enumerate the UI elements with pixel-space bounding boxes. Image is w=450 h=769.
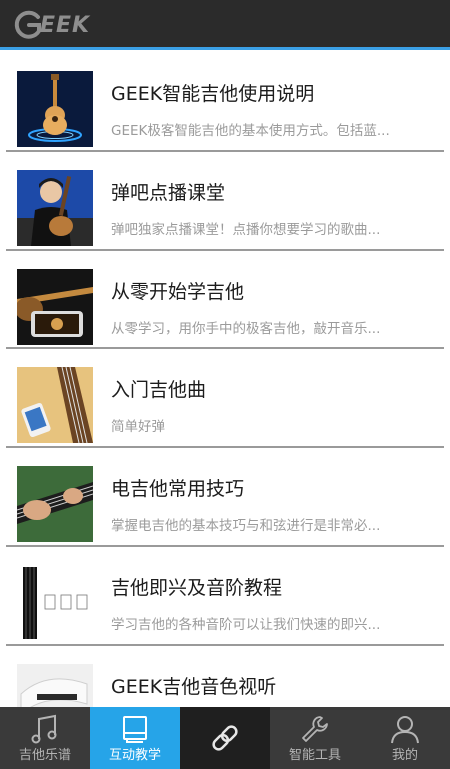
tab-connect[interactable] [180, 707, 270, 769]
tab-guitar-scores[interactable]: 吉他乐谱 [0, 707, 90, 769]
list-item[interactable]: 入门吉他曲 简单好弹 [6, 349, 444, 449]
list-item[interactable]: 弹吧点播课堂 弹吧独家点播课堂！点播你想要学习的歌曲... [6, 152, 444, 251]
thumbnail-guitar-phone [17, 268, 93, 345]
item-title: GEEK吉他音色视听 [111, 675, 277, 698]
geek-logo: EEK [12, 8, 90, 42]
tab-label: 智能工具 [288, 748, 341, 763]
logo-text: EEK [40, 12, 91, 38]
thumbnail-guitar-body-white [17, 663, 93, 707]
bottom-tab-bar: 吉他乐谱 互动教学 智能工具 我的 [0, 707, 450, 769]
list-item[interactable]: GEEK智能吉他使用说明 GEEK极客智能吉他的基本使用方式。包括蓝... [6, 53, 444, 152]
thumbnail-guitar-hologram [17, 71, 93, 147]
list-item[interactable]: 吉他即兴及音阶教程 学习吉他的各种音阶可以让我们快速的即兴... [6, 547, 444, 646]
item-description: 掌握电吉他的基本技巧与和弦进行是非常必... [111, 518, 381, 535]
item-description: GEEK极客智能吉他的基本使用方式。包括蓝... [111, 123, 390, 139]
thumbnail-guitarist-portrait [17, 169, 93, 246]
item-description: 弹吧独家点播课堂！点播你想要学习的歌曲... [111, 221, 381, 238]
tab-label: 吉他乐谱 [18, 748, 71, 763]
lesson-list[interactable]: GEEK智能吉他使用说明 GEEK极客智能吉他的基本使用方式。包括蓝... 弹吧… [0, 53, 450, 707]
list-item[interactable]: GEEK吉他音色视听 [6, 646, 444, 707]
item-description: 学习吉他的各种音阶可以让我们快速的即兴... [111, 616, 381, 633]
item-title: 吉他即兴及音阶教程 [111, 576, 283, 599]
list-item[interactable]: 从零开始学吉他 从零学习，用你手中的极客吉他，敲开音乐... [6, 251, 444, 350]
item-title: 弹吧点播课堂 [111, 181, 226, 204]
item-title: 入门吉他曲 [111, 379, 207, 402]
app-header: EEK [0, 0, 450, 50]
item-title: 从零开始学吉他 [111, 280, 245, 303]
list-item[interactable]: 电吉他常用技巧 掌握电吉他的基本技巧与和弦进行是非常必... [6, 448, 444, 547]
tab-interactive-teaching[interactable]: 互动教学 [90, 707, 180, 769]
thumbnail-electric-guitar-hands [17, 466, 93, 543]
item-title: GEEK智能吉他使用说明 [111, 83, 315, 105]
book-icon [123, 716, 147, 743]
tab-label: 我的 [391, 748, 418, 763]
music-note-icon [31, 714, 57, 744]
thumbnail-scale-chart [17, 564, 93, 641]
thumbnail-guitar-neck-phone [17, 367, 93, 444]
person-icon [391, 716, 419, 744]
item-description: 简单好弹 [111, 419, 165, 436]
tab-smart-tools[interactable]: 智能工具 [270, 707, 360, 769]
link-icon [212, 725, 238, 751]
tab-label: 互动教学 [108, 748, 161, 763]
tab-mine[interactable]: 我的 [360, 707, 450, 769]
item-title: 电吉他常用技巧 [111, 478, 245, 501]
wrench-icon [302, 716, 328, 742]
item-description: 从零学习，用你手中的极客吉他，敲开音乐... [111, 320, 381, 337]
